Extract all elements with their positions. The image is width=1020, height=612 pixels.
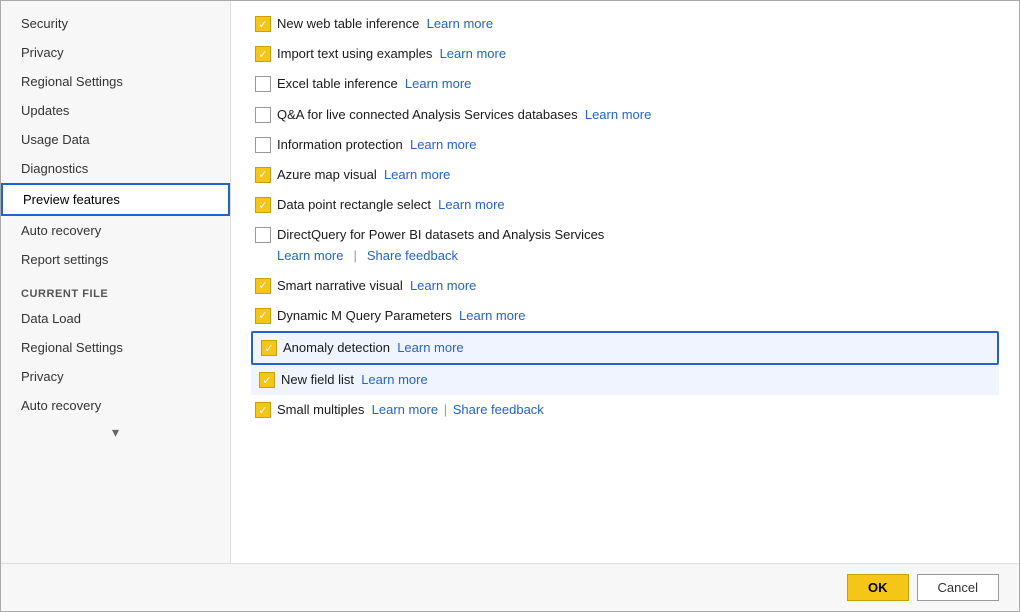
sidebar-item-privacy-cf[interactable]: Privacy [1, 362, 230, 391]
feature-label-dynamic-m: Dynamic M Query Parameters Learn more [277, 307, 995, 325]
learn-more-new-field-list[interactable]: Learn more [361, 372, 427, 387]
sidebar-item-usage-data[interactable]: Usage Data [1, 125, 230, 154]
checkbox-azure-map[interactable]: ✓ [255, 167, 271, 183]
sidebar-item-security[interactable]: Security [1, 9, 230, 38]
sidebar-item-report-settings[interactable]: Report settings [1, 245, 230, 274]
sidebar-item-privacy[interactable]: Privacy [1, 38, 230, 67]
sidebar-item-data-load[interactable]: Data Load [1, 304, 230, 333]
feature-row-qa-live: Q&A for live connected Analysis Services… [251, 100, 999, 130]
current-file-section-header: CURRENT FILE [1, 274, 230, 304]
sidebar-item-auto-recovery-cf[interactable]: Auto recovery [1, 391, 230, 420]
separator-small-multiples: | [440, 402, 451, 417]
learn-more-smart-narrative[interactable]: Learn more [410, 278, 476, 293]
options-dialog: Security Privacy Regional Settings Updat… [0, 0, 1020, 612]
learn-more-data-point-rect[interactable]: Learn more [438, 197, 504, 212]
checkbox-info-protection[interactable] [255, 137, 271, 153]
feature-label-directquery: DirectQuery for Power BI datasets and An… [277, 226, 995, 264]
feature-label-data-point-rect: Data point rectangle select Learn more [277, 196, 995, 214]
checkbox-excel-table[interactable] [255, 76, 271, 92]
sidebar-scroll-down[interactable]: ▾ [1, 420, 230, 445]
checkbox-data-point-rect[interactable]: ✓ [255, 197, 271, 213]
feature-label-info-protection: Information protection Learn more [277, 136, 995, 154]
learn-more-excel-table[interactable]: Learn more [405, 76, 471, 91]
learn-more-dynamic-m[interactable]: Learn more [459, 308, 525, 323]
checkbox-qa-live[interactable] [255, 107, 271, 123]
feature-label-new-web-table: New web table inference Learn more [277, 15, 995, 33]
checkbox-smart-narrative[interactable]: ✓ [255, 278, 271, 294]
feature-label-excel-table: Excel table inference Learn more [277, 75, 995, 93]
feature-row-small-multiples: ✓ Small multiples Learn more | Share fee… [251, 395, 999, 425]
feature-label-qa-live: Q&A for live connected Analysis Services… [277, 106, 995, 124]
checkbox-new-web-table[interactable]: ✓ [255, 16, 271, 32]
checkbox-new-field-list[interactable]: ✓ [259, 372, 275, 388]
feature-row-smart-narrative: ✓ Smart narrative visual Learn more [251, 271, 999, 301]
sidebar: Security Privacy Regional Settings Updat… [1, 1, 231, 563]
feature-label-smart-narrative: Smart narrative visual Learn more [277, 277, 995, 295]
learn-more-info-protection[interactable]: Learn more [410, 137, 476, 152]
feature-row-import-text: ✓ Import text using examples Learn more [251, 39, 999, 69]
sidebar-item-auto-recovery[interactable]: Auto recovery [1, 216, 230, 245]
cancel-button[interactable]: Cancel [917, 574, 999, 601]
share-feedback-directquery[interactable]: Share feedback [367, 247, 458, 265]
feature-row-excel-table: Excel table inference Learn more [251, 69, 999, 99]
main-content: ✓ New web table inference Learn more ✓ I… [231, 1, 1019, 563]
feature-row-new-web-table: ✓ New web table inference Learn more [251, 9, 999, 39]
learn-more-anomaly-detection[interactable]: Learn more [397, 340, 463, 355]
feature-row-anomaly-detection: ✓ Anomaly detection Learn more [251, 331, 999, 365]
separator-directquery: | [353, 247, 356, 265]
learn-more-small-multiples[interactable]: Learn more [372, 402, 438, 417]
learn-more-import-text[interactable]: Learn more [440, 46, 506, 61]
feature-row-directquery: DirectQuery for Power BI datasets and An… [251, 220, 999, 270]
checkbox-anomaly-detection[interactable]: ✓ [261, 340, 277, 356]
dialog-footer: OK Cancel [1, 563, 1019, 611]
sidebar-item-updates[interactable]: Updates [1, 96, 230, 125]
sidebar-item-preview-features[interactable]: Preview features [1, 183, 230, 216]
ok-button[interactable]: OK [847, 574, 909, 601]
checkbox-import-text[interactable]: ✓ [255, 46, 271, 62]
dialog-body: Security Privacy Regional Settings Updat… [1, 1, 1019, 563]
feature-row-dynamic-m: ✓ Dynamic M Query Parameters Learn more [251, 301, 999, 331]
learn-more-qa-live[interactable]: Learn more [585, 107, 651, 122]
sidebar-item-regional-settings[interactable]: Regional Settings [1, 67, 230, 96]
checkbox-directquery[interactable] [255, 227, 271, 243]
checkbox-dynamic-m[interactable]: ✓ [255, 308, 271, 324]
sidebar-item-diagnostics[interactable]: Diagnostics [1, 154, 230, 183]
feature-label-anomaly-detection: Anomaly detection Learn more [283, 339, 989, 357]
feature-label-small-multiples: Small multiples Learn more | Share feedb… [277, 401, 995, 419]
feature-label-new-field-list: New field list Learn more [281, 371, 991, 389]
learn-more-azure-map[interactable]: Learn more [384, 167, 450, 182]
feature-row-info-protection: Information protection Learn more [251, 130, 999, 160]
feature-row-data-point-rect: ✓ Data point rectangle select Learn more [251, 190, 999, 220]
checkbox-small-multiples[interactable]: ✓ [255, 402, 271, 418]
feature-row-azure-map: ✓ Azure map visual Learn more [251, 160, 999, 190]
share-feedback-small-multiples[interactable]: Share feedback [453, 402, 544, 417]
feature-label-import-text: Import text using examples Learn more [277, 45, 995, 63]
feature-row-new-field-list: ✓ New field list Learn more [251, 365, 999, 395]
sidebar-item-regional-settings-cf[interactable]: Regional Settings [1, 333, 230, 362]
learn-more-new-web-table[interactable]: Learn more [427, 16, 493, 31]
feature-label-azure-map: Azure map visual Learn more [277, 166, 995, 184]
learn-more-directquery[interactable]: Learn more [277, 247, 343, 265]
